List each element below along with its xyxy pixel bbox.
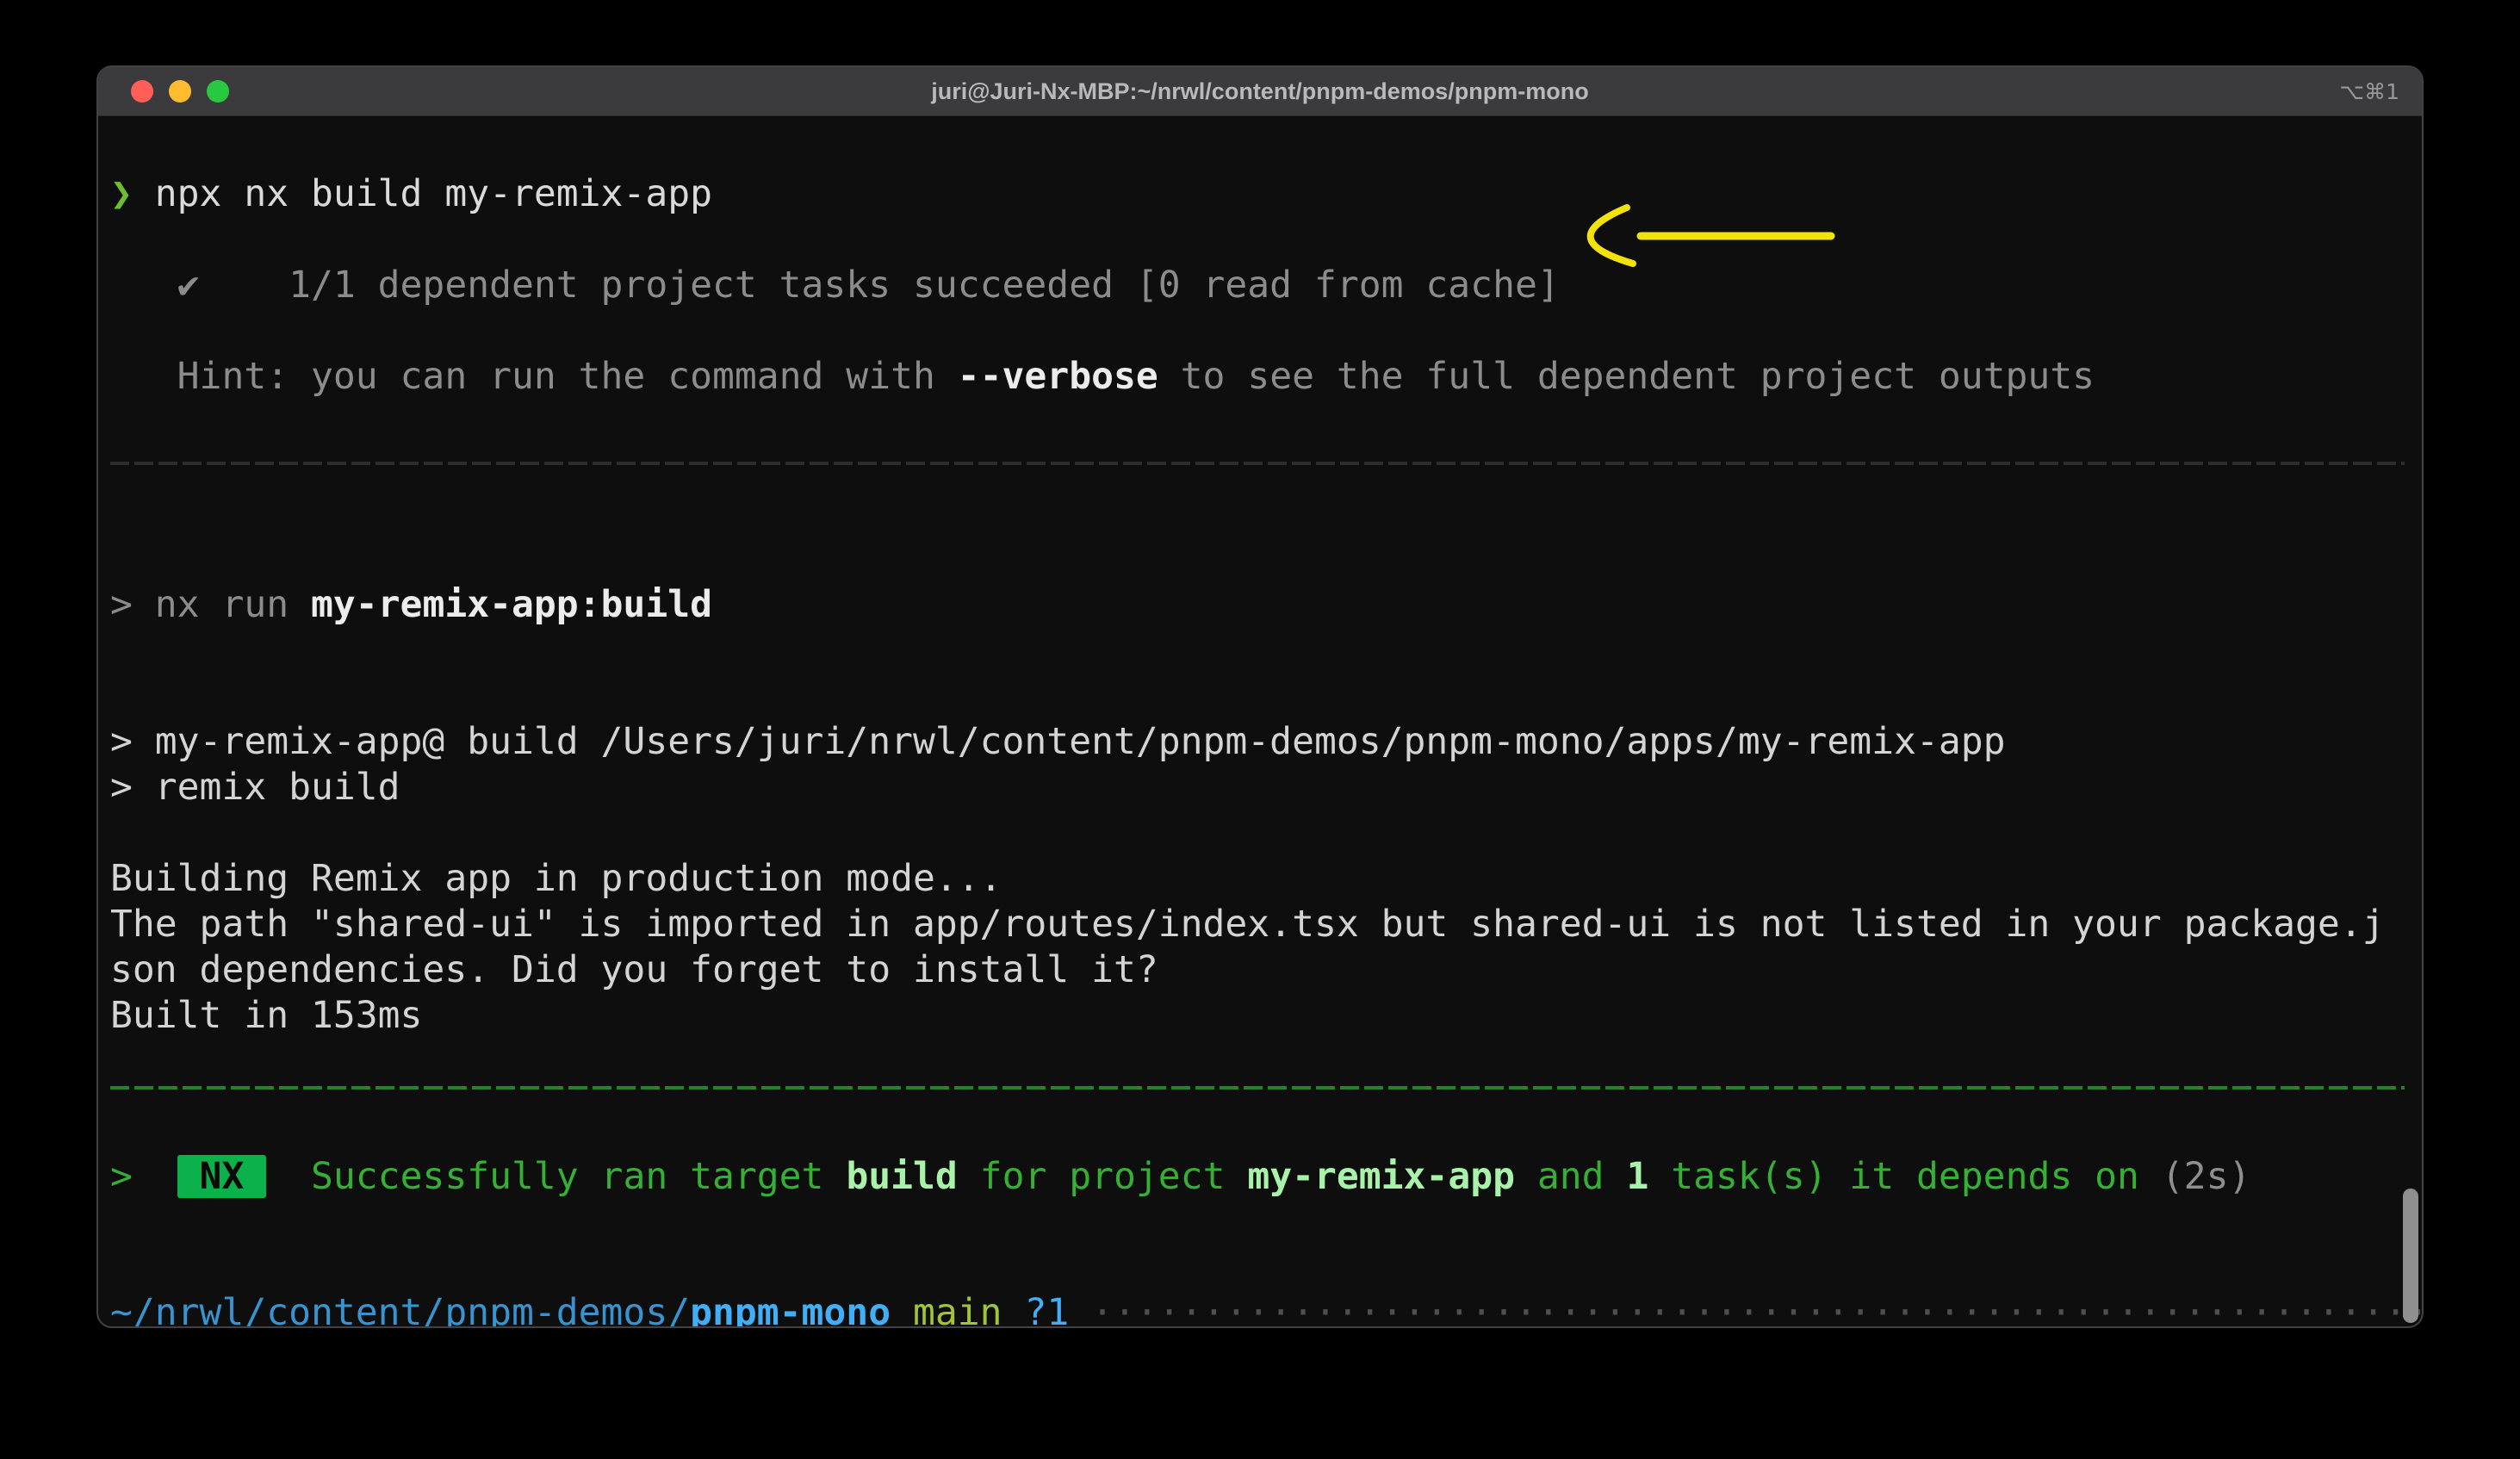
text-segment: --verbose bbox=[958, 355, 1158, 398]
tab-shortcut-badge: ⌥⌘1 bbox=[2339, 67, 2399, 115]
nx-badge: NX bbox=[177, 1155, 267, 1198]
text-segment: my-remix-app:build bbox=[311, 583, 712, 626]
remix-build-line: > remix build bbox=[110, 765, 400, 810]
verbose-hint: Hint: you can run the command with --ver… bbox=[110, 354, 2095, 400]
text-segment: main bbox=[913, 1291, 1002, 1328]
text-segment: > remix build bbox=[110, 766, 400, 809]
text-segment: Successfully ran target bbox=[311, 1155, 846, 1198]
text-segment: > nx run bbox=[110, 583, 311, 626]
zoom-button[interactable] bbox=[207, 80, 229, 102]
text-segment: (2s) bbox=[2162, 1155, 2251, 1198]
text-segment: to see the full dependent project output… bbox=[1158, 355, 2095, 398]
text-segment: son dependencies. Did you forget to inst… bbox=[110, 948, 1158, 991]
text-segment: my-remix-app bbox=[1247, 1155, 1515, 1198]
text-segment: Hint: you can run the command with bbox=[110, 355, 958, 398]
text-segment: and bbox=[1515, 1155, 1626, 1198]
text-segment: > bbox=[110, 1155, 177, 1198]
text-segment: ✔ 1/1 dependent project tasks succeeded … bbox=[110, 264, 1560, 307]
prompt-arrow: ❯ bbox=[110, 172, 133, 215]
text-segment: ········································… bbox=[1091, 1291, 2424, 1328]
package-build-line: > my-remix-app@ build /Users/juri/nrwl/c… bbox=[110, 719, 2006, 765]
text-segment: build bbox=[846, 1155, 957, 1198]
command-npx-nx-build: ❯ npx nx build my-remix-app bbox=[110, 171, 712, 217]
text-segment: task(s) it depends on bbox=[1648, 1155, 2161, 1198]
building-mode-line: Building Remix app in production mode... bbox=[110, 856, 1002, 902]
prompt-path-line: ~/nrwl/content/pnpm-demos/pnpm-mono main… bbox=[110, 1290, 2424, 1328]
text-segment bbox=[1002, 1291, 1025, 1328]
text-segment bbox=[891, 1291, 913, 1328]
built-time-line: Built in 153ms bbox=[110, 993, 422, 1039]
divider-dark bbox=[110, 462, 2405, 465]
terminal-content[interactable]: ❯ npx nx build my-remix-app ✔ 1/1 depend… bbox=[98, 115, 2422, 1326]
window-title: juri@Juri-Nx-MBP:~/nrwl/content/pnpm-dem… bbox=[98, 78, 2422, 105]
shared-ui-warning-2: son dependencies. Did you forget to inst… bbox=[110, 947, 1158, 993]
text-segment bbox=[1069, 1291, 1091, 1328]
text-segment: > my-remix-app@ build /Users/juri/nrwl/c… bbox=[110, 720, 2006, 763]
nx-run-line: > nx run my-remix-app:build bbox=[110, 582, 712, 628]
scrollbar-thumb[interactable] bbox=[2403, 1189, 2418, 1323]
window-controls bbox=[131, 67, 229, 115]
text-segment: The path "shared-ui" is imported in app/… bbox=[110, 903, 2385, 946]
nx-success-line: > NX Successfully ran target build for p… bbox=[110, 1154, 2250, 1200]
text-segment: npx nx build my-remix-app bbox=[133, 172, 712, 215]
text-segment: for project bbox=[958, 1155, 1248, 1198]
shared-ui-warning-1: The path "shared-ui" is imported in app/… bbox=[110, 902, 2385, 947]
close-button[interactable] bbox=[131, 80, 153, 102]
text-segment: Built in 153ms bbox=[110, 994, 422, 1037]
terminal-window: juri@Juri-Nx-MBP:~/nrwl/content/pnpm-dem… bbox=[96, 65, 2424, 1328]
text-segment: Building Remix app in production mode... bbox=[110, 857, 1002, 900]
minimize-button[interactable] bbox=[169, 80, 191, 102]
window-titlebar: juri@Juri-Nx-MBP:~/nrwl/content/pnpm-dem… bbox=[98, 67, 2422, 116]
divider-green bbox=[110, 1086, 2405, 1090]
text-segment: pnpm-mono bbox=[690, 1291, 891, 1328]
text-segment: 1 bbox=[1626, 1155, 1648, 1198]
text-segment: ~/nrwl/content/pnpm-demos/ bbox=[110, 1291, 690, 1328]
text-segment bbox=[266, 1155, 311, 1198]
text-segment: ?1 bbox=[1024, 1291, 1069, 1328]
dependent-tasks-succeeded: ✔ 1/1 dependent project tasks succeeded … bbox=[110, 263, 1560, 308]
